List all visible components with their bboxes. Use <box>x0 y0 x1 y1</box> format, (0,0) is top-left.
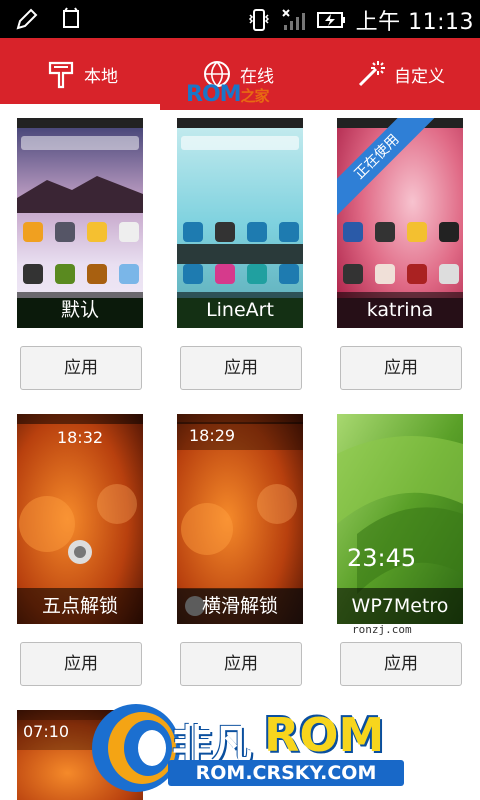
edit-pen-icon <box>16 8 38 30</box>
watermark-small: ronzj.com <box>352 623 412 636</box>
theme-thumbnail[interactable]: 正在使用 katrina <box>337 118 463 328</box>
tab-custom[interactable]: 自定义 <box>354 38 445 110</box>
apply-button[interactable]: 应用 <box>340 642 462 686</box>
theme-thumbnail[interactable]: LineArt <box>177 118 303 328</box>
watermark-rom: ROM <box>264 708 385 762</box>
theme-name: 横滑解锁 <box>177 588 303 624</box>
theme-name: 五点解锁 <box>17 588 143 624</box>
apply-button[interactable]: 应用 <box>20 346 142 390</box>
vibrate-icon <box>248 9 269 31</box>
theme-name: 默认 <box>17 292 143 328</box>
rom-logo-text: ROM <box>186 82 242 107</box>
lock-time: 23:45 <box>347 544 417 572</box>
signal-off-icon <box>281 9 305 30</box>
theme-thumbnail[interactable]: 18:29 横滑解锁 <box>177 414 303 624</box>
theme-thumbnail[interactable]: 18:32 五点解锁 <box>17 414 143 624</box>
watermark-url: ROM.CRSKY.COM <box>168 760 404 786</box>
apply-button[interactable]: 应用 <box>180 346 302 390</box>
apply-button[interactable]: 应用 <box>20 642 142 686</box>
theme-name: WP7Metro <box>337 588 463 624</box>
lock-time: 18:29 <box>189 426 236 445</box>
theme-icon <box>48 61 74 89</box>
status-time: 上午 11:13 <box>355 10 474 35</box>
tab-custom-label: 自定义 <box>394 66 445 87</box>
lock-time: 18:32 <box>56 428 104 447</box>
rom-logo: ROM之家 <box>186 82 270 107</box>
theme-name: katrina <box>337 292 463 328</box>
magic-wand-icon <box>358 61 385 87</box>
theme-thumbnail[interactable]: 23:45 WP7Metro <box>337 414 463 624</box>
tab-local[interactable]: 本地 <box>44 38 118 110</box>
tab-local-label: 本地 <box>84 66 118 87</box>
theme-name: LineArt <box>177 292 303 328</box>
theme-notify-icon <box>63 7 79 28</box>
status-bar: 上午 11:13 <box>0 0 480 38</box>
rom-logo-zhi: 之家 <box>240 87 270 105</box>
battery-charging-icon <box>316 12 345 28</box>
apply-button[interactable]: 应用 <box>340 346 462 390</box>
apply-button[interactable]: 应用 <box>180 642 302 686</box>
theme-thumbnail[interactable]: 默认 <box>17 118 143 328</box>
